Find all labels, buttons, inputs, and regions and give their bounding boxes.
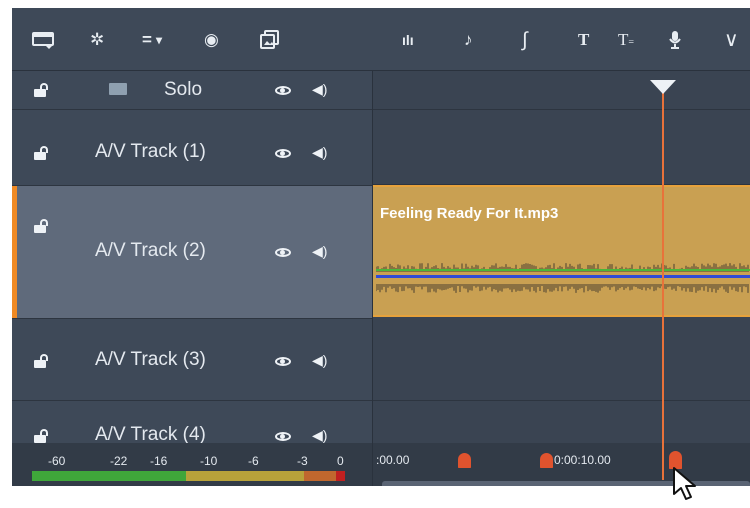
lock-icon[interactable] [34,146,50,160]
video-editor-window: ✲ = ▾ ◉ ılı ♪ ∫ T T = ∨ Solo ◀) A/V Trac… [12,8,750,486]
subtitle-icon[interactable]: T = [618,30,634,50]
smart-sound-icon[interactable]: ∫ [522,30,527,50]
dropdown-menu-icon[interactable]: = ▾ [142,30,162,50]
selection-indicator [12,186,17,318]
track-name: A/V Track (1) [95,141,206,162]
volume-envelope-line [376,269,750,271]
meter-label: -6 [248,454,259,468]
meter-yellow [186,471,304,481]
mixer-glyph: ılı [402,32,414,48]
image-stack-icon[interactable] [260,30,280,50]
meter-divider [372,443,373,486]
lock-icon[interactable] [34,83,50,97]
bottom-bar: -60 -22 -16 -10 -6 -3 0 :00.00 0:00:10.0… [12,443,750,486]
speaker-icon[interactable]: ◀) [312,144,327,161]
lock-icon[interactable] [34,429,50,443]
meter-orange [304,471,336,481]
track-header-panel: Solo ◀) A/V Track (1) ◀) A/V Track (2) ◀… [12,71,372,445]
eye-icon[interactable] [275,357,291,366]
subtitle-sub-glyph: = [628,37,635,48]
meter-label: 0 [337,454,344,468]
music-score-icon[interactable]: ♪ [464,30,473,50]
playhead-line[interactable] [662,80,664,480]
ruler-start-label: :00.00 [376,453,410,467]
meter-red [336,471,345,481]
disc-icon[interactable]: ◉ [204,30,219,50]
lane-solo [373,71,750,110]
clip-title: Feeling Ready For It.mp3 [380,205,559,222]
audio-level-meter [32,471,345,481]
speaker-icon[interactable]: ◀) [312,352,327,369]
playhead-handle[interactable] [650,80,676,94]
track-av-2[interactable]: A/V Track (2) ◀) [12,185,372,319]
speaker-icon[interactable]: ◀) [312,81,327,98]
music-glyph: ♪ [464,30,473,49]
title-icon[interactable]: T [578,30,589,50]
track-av-3[interactable]: A/V Track (3) ◀) [12,318,372,401]
dropdown-glyph: = [142,30,152,49]
eye-icon[interactable] [275,248,291,257]
timeline-lanes: Feeling Ready For It.mp3 [373,71,750,443]
track-solo[interactable]: Solo ◀) [12,71,372,110]
meter-label: -16 [150,454,168,468]
settings-glyph: ✲ [90,30,105,49]
marker-flag[interactable] [458,453,471,468]
track-av-1[interactable]: A/V Track (1) ◀) [12,110,372,193]
meter-green [32,471,186,481]
meter-label: -60 [48,454,66,468]
settings-icon[interactable]: ✲ [90,30,104,50]
waveform-bottom [376,284,749,293]
timeline-toolbar: ✲ = ▾ ◉ ılı ♪ ∫ T T = ∨ [12,8,750,71]
audio-clip[interactable]: Feeling Ready For It.mp3 [373,185,750,317]
curve-glyph: ∨ [724,29,739,51]
track-name: Solo [164,79,203,100]
eye-icon[interactable] [275,86,291,95]
audio-mixer-icon[interactable]: ılı [402,30,414,50]
lock-icon[interactable] [34,354,50,368]
meter-label: -10 [200,454,218,468]
film-strip-icon [109,83,127,95]
track-name: A/V Track (2) [95,240,206,261]
mouse-cursor-icon [673,467,696,500]
audio-center-line [376,275,750,278]
speaker-icon[interactable]: ◀) [312,427,327,444]
subtitle-glyph: T [618,30,629,49]
meter-label: -22 [110,454,128,468]
microphone-icon[interactable] [668,30,682,50]
smart-glyph: ∫ [522,29,528,51]
disc-glyph: ◉ [204,30,219,49]
marker-flag[interactable] [540,453,553,468]
ruler-mid-label: 0:00:10.00 [554,453,611,467]
lane-av-1 [373,110,750,185]
curve-icon[interactable]: ∨ [724,30,739,50]
speaker-icon[interactable]: ◀) [312,243,327,260]
track-name: A/V Track (3) [95,349,206,370]
title-glyph: T [578,30,590,49]
eye-icon[interactable] [275,432,291,441]
eye-icon[interactable] [275,149,291,158]
meter-label: -3 [297,454,308,468]
chevron-down-icon: ▾ [155,33,162,47]
lane-av-3 [373,318,750,401]
timeline-view-icon[interactable] [32,30,54,50]
lock-icon[interactable] [34,219,50,233]
